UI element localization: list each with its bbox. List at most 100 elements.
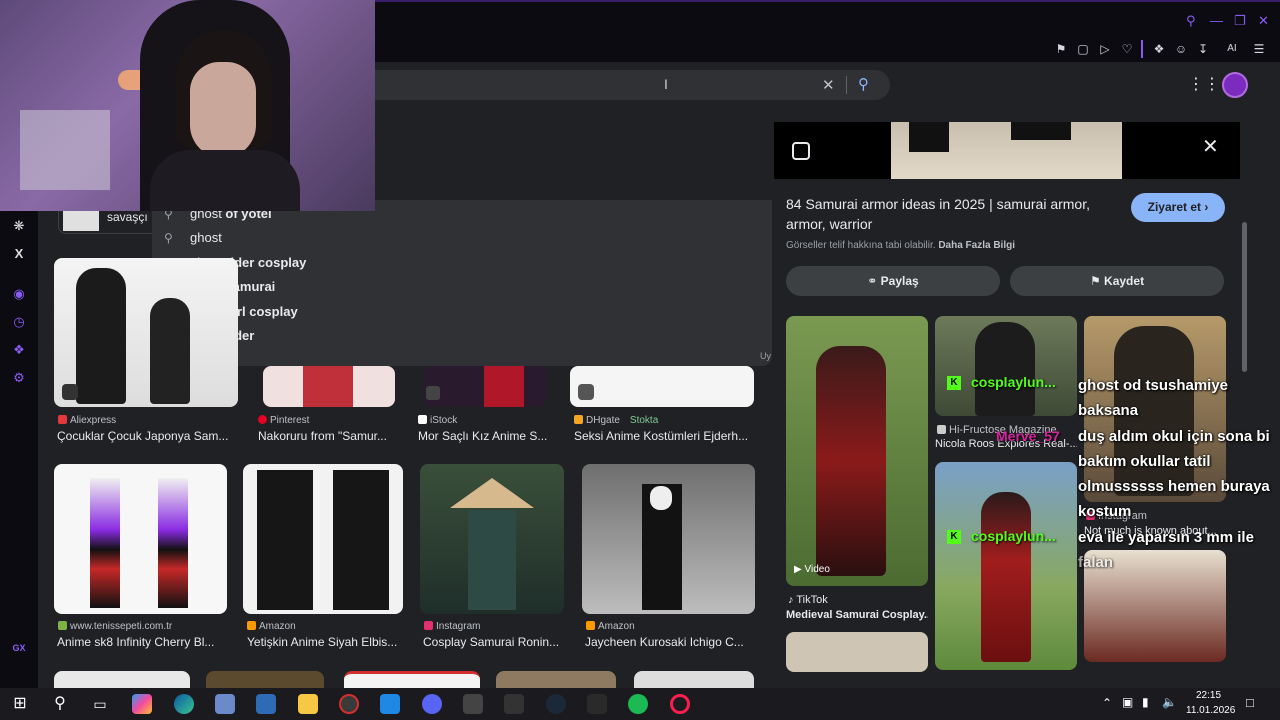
result-image[interactable] (54, 671, 190, 688)
result-title[interactable]: Yetişkin Anime Siyah Elbis... (247, 635, 407, 649)
save-button[interactable]: ⚑ Kaydet (1010, 266, 1224, 296)
search-icon[interactable]: ⚲ (858, 75, 869, 93)
result-source[interactable]: Instagram (424, 621, 480, 632)
share-button[interactable]: ⚭ Paylaş (786, 266, 1000, 296)
discord-icon[interactable] (422, 694, 442, 714)
clock-date[interactable]: 11.01.2026 (1186, 705, 1235, 716)
favicon (586, 621, 595, 630)
scrollbar[interactable] (1242, 222, 1247, 372)
task-view-icon[interactable]: ▭ (90, 694, 110, 714)
ai-button[interactable]: AI (1218, 40, 1246, 58)
result-title[interactable]: Jaycheen Kurosaki Ichigo C... (585, 635, 755, 649)
close-window-icon[interactable]: ✕ (1258, 14, 1269, 28)
result-image[interactable] (263, 366, 395, 407)
result-image[interactable] (582, 464, 755, 614)
toolbar-divider (1141, 40, 1143, 58)
result-image[interactable] (424, 366, 546, 407)
steam-icon[interactable] (546, 694, 566, 714)
search-input[interactable]: I ✕ ⚲ (336, 70, 890, 100)
tray-chevron-icon[interactable]: ⌃ (1102, 696, 1112, 710)
result-image[interactable] (344, 671, 480, 688)
result-image[interactable] (634, 671, 754, 688)
related-image[interactable]: K cosplaylun... (935, 462, 1077, 670)
result-source[interactable]: Amazon (247, 621, 296, 632)
related-image[interactable]: K cosplaylun... (935, 316, 1077, 416)
extensions-icon[interactable]: ❖ (1150, 40, 1168, 58)
result-title[interactable]: Seksi Anime Kostümleri Ejderh... (574, 429, 754, 443)
search-icon[interactable]: ⚲ (50, 694, 70, 714)
suggestion-item[interactable]: ⚲ ghost (164, 230, 222, 252)
result-image[interactable] (420, 464, 564, 614)
settings-icon[interactable]: ⚙ (11, 370, 27, 386)
result-title[interactable]: Nakoruru from "Samur... (258, 429, 398, 443)
battery-icon[interactable]: ▮ (1142, 695, 1149, 709)
mail-icon[interactable] (380, 694, 400, 714)
profile-icon[interactable]: ☺ (1172, 40, 1190, 58)
bookmark-icon[interactable]: ⚑ (1052, 40, 1070, 58)
related-image[interactable]: ▶ Video (786, 316, 928, 586)
avatar[interactable] (1222, 72, 1248, 98)
related-title[interactable]: Medieval Samurai Cosplay... (786, 609, 928, 621)
result-image[interactable] (496, 671, 616, 688)
opera-gx-icon[interactable] (670, 694, 690, 714)
player-icon[interactable]: ◉ (11, 286, 27, 302)
epic-games-icon[interactable] (587, 694, 607, 714)
play-icon[interactable]: ▷ (1096, 40, 1114, 58)
close-icon[interactable]: ✕ (1202, 134, 1219, 159)
panel-title[interactable]: 84 Samurai armor ideas in 2025 | samurai… (786, 194, 1116, 234)
copilot-icon[interactable] (132, 694, 152, 714)
chat-line: ghost od tsushamiye (1078, 377, 1229, 394)
result-title[interactable]: Cosplay Samurai Ronin... (423, 635, 567, 649)
result-source[interactable]: Amazon (586, 621, 635, 632)
network-icon[interactable]: ▣ (1122, 695, 1133, 709)
app-icon[interactable] (463, 694, 483, 714)
spotify-icon[interactable] (628, 694, 648, 714)
lens-icon[interactable] (792, 142, 810, 160)
result-source[interactable]: iStock (418, 415, 457, 426)
visit-button[interactable]: Ziyaret et › (1131, 193, 1225, 222)
result-source[interactable]: Aliexpress (58, 415, 116, 426)
x-icon[interactable]: X (11, 246, 27, 262)
maximize-icon[interactable]: ❐ (1234, 14, 1246, 28)
clock-time[interactable]: 22:15 (1196, 690, 1221, 701)
result-title[interactable]: Mor Saçlı Kız Anime S... (418, 429, 552, 443)
more-info-link[interactable]: Daha Fazla Bilgi (938, 240, 1015, 251)
notifications-icon[interactable]: □ (1246, 695, 1254, 710)
minimize-icon[interactable]: — (1210, 14, 1223, 28)
extensions-side-icon[interactable]: ❖ (11, 342, 27, 358)
result-image[interactable] (206, 671, 324, 688)
windows-start-icon[interactable]: ⊞ (10, 694, 30, 714)
app-icon[interactable] (339, 694, 359, 714)
menu-icon[interactable]: ☰ (1250, 40, 1268, 58)
snapshot-icon[interactable]: ▢ (1074, 40, 1092, 58)
chat-line: olmussssss hemen buraya (1078, 478, 1270, 495)
search-icon[interactable]: ⚲ (1186, 14, 1196, 28)
heart-icon[interactable]: ♡ (1118, 40, 1136, 58)
result-image[interactable] (570, 366, 754, 407)
app-icon[interactable] (215, 694, 235, 714)
file-explorer-icon[interactable] (298, 694, 318, 714)
download-icon[interactable]: ↧ (1194, 40, 1212, 58)
volume-icon[interactable]: 🔈 (1162, 695, 1177, 709)
history-icon[interactable]: ◷ (11, 314, 27, 330)
close-icon[interactable]: ✕ (822, 76, 835, 94)
result-image[interactable] (54, 464, 227, 614)
video-label: Video (804, 564, 830, 575)
figure-shape (468, 510, 516, 610)
result-title[interactable]: Çocuklar Çocuk Japonya Sam... (57, 429, 237, 443)
app-icon[interactable] (256, 694, 276, 714)
apps-grid-icon[interactable]: ⋮⋮⋮ (1188, 76, 1236, 94)
result-title[interactable]: Anime sk8 Infinity Cherry Bl... (57, 635, 227, 649)
edge-icon[interactable] (174, 694, 194, 714)
result-image[interactable] (54, 258, 238, 407)
related-image[interactable] (786, 632, 928, 672)
result-source[interactable]: www.tenissepeti.com.tr (58, 621, 172, 632)
chatgpt-icon[interactable]: ❋ (11, 218, 27, 234)
app-icon[interactable] (504, 694, 524, 714)
chat-line: kostum (1078, 503, 1132, 520)
result-source[interactable]: DHgate Stokta (574, 415, 658, 426)
chat-user: Merve_57 (996, 428, 1060, 444)
result-source[interactable]: Pinterest (258, 415, 309, 426)
related-source[interactable]: ♪ TikTok (788, 594, 828, 606)
result-image[interactable] (243, 464, 403, 614)
